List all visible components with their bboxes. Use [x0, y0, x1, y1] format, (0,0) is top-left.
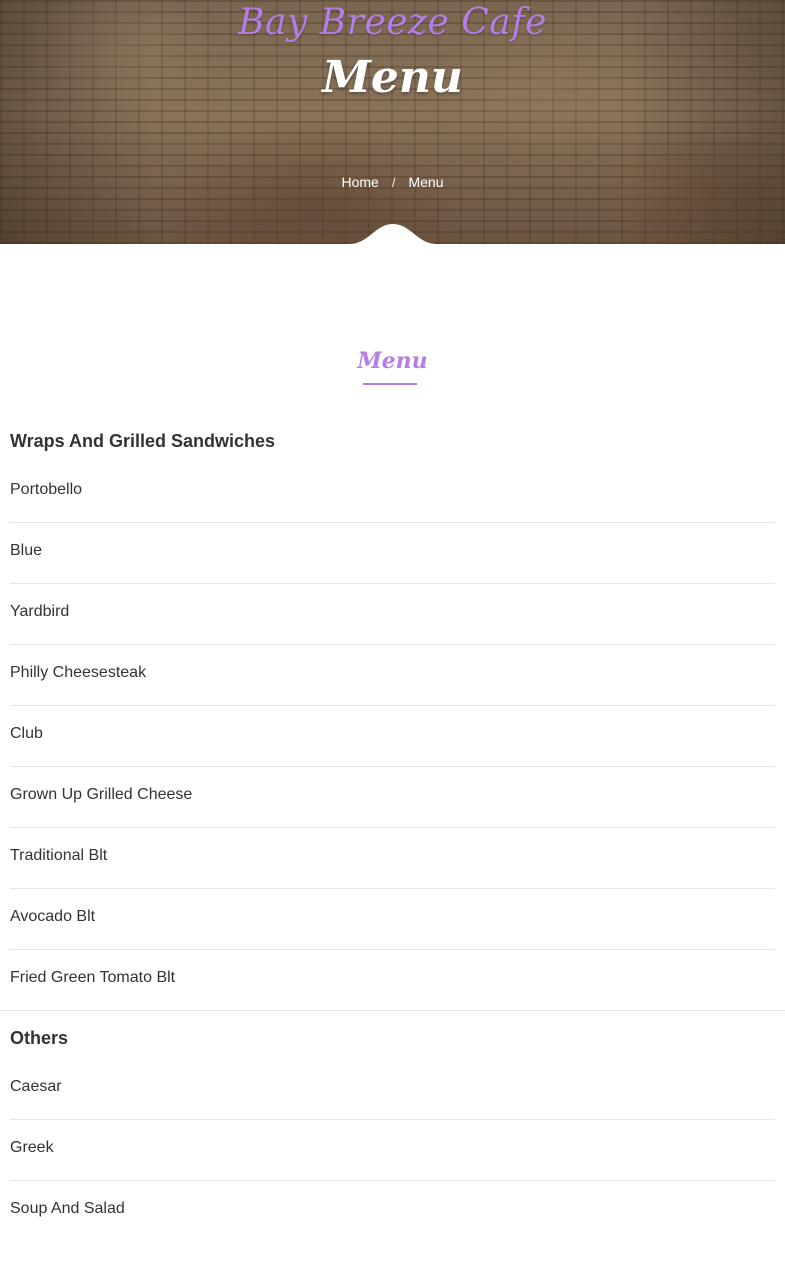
- menu-item[interactable]: Club: [10, 706, 775, 767]
- menu-item[interactable]: Yardbird: [10, 584, 775, 645]
- menu-item[interactable]: Caesar: [10, 1059, 775, 1120]
- menu-item[interactable]: Traditional Blt: [10, 828, 775, 889]
- menu-section-title: Menu: [357, 348, 428, 374]
- menu-item[interactable]: Blue: [10, 523, 775, 584]
- menu-item[interactable]: Greek: [10, 1120, 775, 1181]
- menu-item[interactable]: Fried Green Tomato Blt: [10, 950, 775, 1011]
- breadcrumb-home-link[interactable]: Home: [341, 174, 378, 190]
- menu-item[interactable]: Grown Up Grilled Cheese: [10, 767, 775, 828]
- menu-list-others: Caesar Greek Soup And Salad: [10, 1059, 775, 1242]
- menu-list-wraps: Portobello Blue Yardbird Philly Cheesest…: [10, 462, 775, 1011]
- menu-item[interactable]: Portobello: [10, 462, 775, 523]
- category-heading-others: Others: [10, 1028, 69, 1048]
- breadcrumb: Home / Menu: [0, 173, 785, 190]
- category-divider: [0, 1010, 785, 1011]
- page-header-banner: Bay Breeze Cafe Menu Home / Menu: [0, 0, 785, 244]
- page-title: Menu: [322, 52, 463, 103]
- brand-logo-text[interactable]: Bay Breeze Cafe: [0, 2, 785, 43]
- section-title-underline: [363, 383, 417, 385]
- breadcrumb-current: Menu: [408, 174, 444, 191]
- category-heading-wraps: Wraps And Grilled Sandwiches: [10, 431, 276, 451]
- breadcrumb-separator: /: [391, 174, 396, 190]
- menu-item[interactable]: Philly Cheesesteak: [10, 645, 775, 706]
- header-wave-notch: [349, 224, 437, 244]
- menu-item[interactable]: Avocado Blt: [10, 889, 775, 950]
- menu-item[interactable]: Soup And Salad: [10, 1181, 775, 1242]
